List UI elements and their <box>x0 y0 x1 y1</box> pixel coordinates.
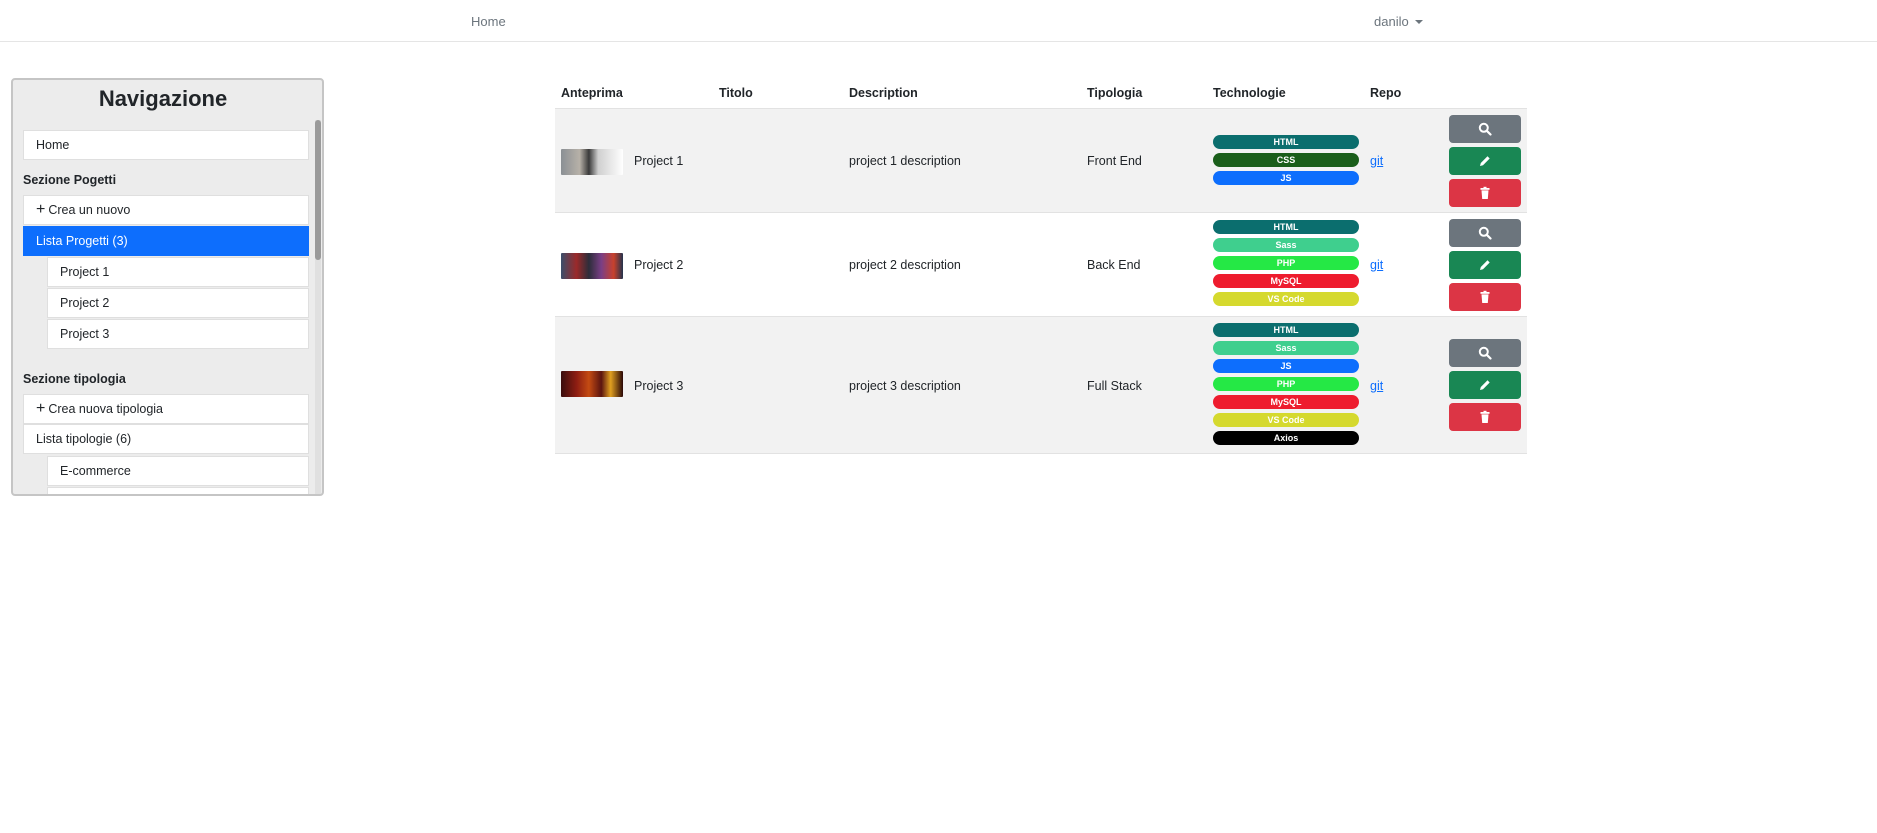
sidebar-item-list-types[interactable]: Lista tipologie (6) <box>23 424 309 454</box>
tech-badge: Axios <box>1213 431 1359 445</box>
tech-badge: MySQL <box>1213 274 1359 288</box>
project-description: project 1 description <box>849 154 961 168</box>
table-row: Project 1 project 1 description Front En… <box>555 108 1527 212</box>
project-description: project 2 description <box>849 258 961 272</box>
repo-link[interactable]: git <box>1370 154 1383 168</box>
technology-badges: HTML Sass PHP MySQL VS Code <box>1213 220 1359 310</box>
table-header: Anteprima Titolo Description Tipologia T… <box>555 82 1527 108</box>
delete-button[interactable] <box>1449 179 1521 207</box>
section-types-heading: Sezione tipologia <box>23 372 126 386</box>
table-row: Project 2 project 2 description Back End… <box>555 212 1527 316</box>
search-icon <box>1478 122 1492 136</box>
show-button[interactable] <box>1449 115 1521 143</box>
sidebar-scrollbar-thumb[interactable] <box>315 120 321 260</box>
project-title: Project 2 <box>634 258 684 272</box>
project-title: Project 3 <box>634 379 684 393</box>
tech-badge: Sass <box>1213 341 1359 355</box>
tech-badge: JS <box>1213 171 1359 185</box>
pencil-icon <box>1480 260 1490 270</box>
col-header-preview: Anteprima <box>561 86 623 100</box>
sidebar-item-create-type[interactable]: + Crea nuova tipologia <box>23 394 309 424</box>
tech-badge: HTML <box>1213 220 1359 234</box>
tech-badge: VS Code <box>1213 292 1359 306</box>
sidebar-item-project[interactable]: Project 1 <box>47 257 309 287</box>
edit-button[interactable] <box>1449 147 1521 175</box>
sidebar-navigation: Navigazione Home Sezione Pogetti + Crea u… <box>11 78 324 496</box>
project-description: project 3 description <box>849 379 961 393</box>
col-header-repo: Repo <box>1370 86 1402 100</box>
trash-icon <box>1480 410 1490 423</box>
projects-table: Anteprima Titolo Description Tipologia T… <box>555 82 1527 454</box>
row-actions <box>1449 219 1521 315</box>
table-row: Project 3 project 3 description Full Sta… <box>555 316 1527 454</box>
technology-badges: HTML Sass JS PHP MySQL VS Code Axios <box>1213 323 1359 449</box>
repo-link[interactable]: git <box>1370 258 1383 272</box>
project-title: Project 1 <box>634 154 684 168</box>
sidebar-item-type-partial[interactable] <box>47 487 309 494</box>
plus-icon: + <box>36 201 46 218</box>
pencil-icon <box>1480 156 1490 166</box>
tech-badge: HTML <box>1213 323 1359 337</box>
plus-icon: + <box>36 400 46 417</box>
user-dropdown[interactable]: danilo <box>1374 14 1423 29</box>
trash-icon <box>1480 186 1490 199</box>
project-thumbnail[interactable] <box>561 371 623 397</box>
search-icon <box>1478 226 1492 240</box>
col-header-title: Titolo <box>719 86 753 100</box>
tech-badge: VS Code <box>1213 413 1359 427</box>
edit-button[interactable] <box>1449 371 1521 399</box>
edit-button[interactable] <box>1449 251 1521 279</box>
trash-icon <box>1480 290 1490 303</box>
tech-badge: PHP <box>1213 256 1359 270</box>
section-projects-heading: Sezione Pogetti <box>23 173 117 187</box>
project-type: Front End <box>1087 154 1142 168</box>
nav-home-link[interactable]: Home <box>471 14 506 29</box>
technology-badges: HTML CSS JS <box>1213 135 1359 189</box>
tech-badge: CSS <box>1213 153 1359 167</box>
sidebar-item-home[interactable]: Home <box>23 130 309 160</box>
row-actions <box>1449 115 1521 211</box>
project-type: Back End <box>1087 258 1141 272</box>
project-thumbnail[interactable] <box>561 253 623 279</box>
create-project-label: Crea un nuovo <box>48 203 131 217</box>
pencil-icon <box>1480 380 1490 390</box>
tech-badge: JS <box>1213 359 1359 373</box>
sidebar-item-type[interactable]: E-commerce <box>47 456 309 486</box>
row-actions <box>1449 339 1521 435</box>
delete-button[interactable] <box>1449 283 1521 311</box>
tech-badge: HTML <box>1213 135 1359 149</box>
sidebar-item-create-project[interactable]: + Crea un nuovo <box>23 195 309 225</box>
sidebar-item-project[interactable]: Project 2 <box>47 288 309 318</box>
tech-badge: PHP <box>1213 377 1359 391</box>
sidebar-title: Navigazione <box>98 86 228 111</box>
project-thumbnail[interactable] <box>561 149 623 175</box>
sidebar-item-project[interactable]: Project 3 <box>47 319 309 349</box>
show-button[interactable] <box>1449 219 1521 247</box>
tech-badge: MySQL <box>1213 395 1359 409</box>
top-navbar: Home danilo <box>0 0 1877 42</box>
tech-badge: Sass <box>1213 238 1359 252</box>
sidebar-scrollbar[interactable] <box>315 120 321 494</box>
delete-button[interactable] <box>1449 403 1521 431</box>
col-header-description: Description <box>849 86 918 100</box>
create-type-label: Crea nuova tipologia <box>48 402 164 416</box>
repo-link[interactable]: git <box>1370 379 1383 393</box>
chevron-down-icon <box>1414 20 1423 24</box>
search-icon <box>1478 346 1492 360</box>
col-header-technologies: Technologie <box>1213 86 1286 100</box>
col-header-type: Tipologia <box>1087 86 1143 100</box>
project-type: Full Stack <box>1087 379 1142 393</box>
sidebar-item-list-projects[interactable]: Lista Progetti (3) <box>23 226 309 256</box>
user-name: danilo <box>1374 14 1409 29</box>
show-button[interactable] <box>1449 339 1521 367</box>
